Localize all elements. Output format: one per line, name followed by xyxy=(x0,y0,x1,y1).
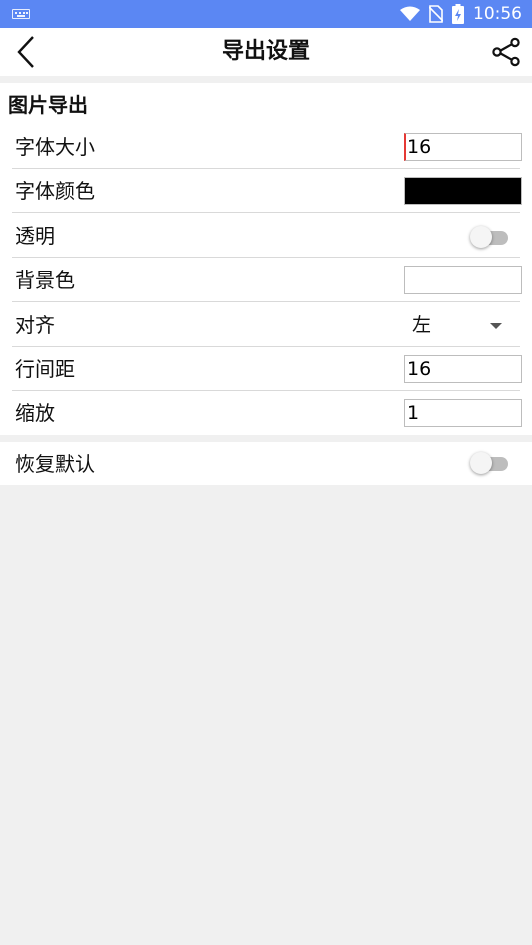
line-spacing-row: 行间距 16 xyxy=(0,347,532,391)
font-color-label: 字体颜色 xyxy=(15,179,95,203)
transparent-label: 透明 xyxy=(15,224,55,248)
font-size-label: 字体大小 xyxy=(15,135,95,159)
share-icon xyxy=(492,37,520,67)
battery-charging-icon xyxy=(452,4,464,24)
font-color-swatch[interactable] xyxy=(404,177,522,205)
wifi-icon xyxy=(400,6,420,21)
background-color-swatch[interactable] xyxy=(404,266,522,294)
transparent-toggle[interactable] xyxy=(470,226,510,248)
keyboard-icon xyxy=(12,9,30,19)
page-title: 导出设置 xyxy=(221,39,310,64)
share-button[interactable] xyxy=(486,32,526,72)
scale-label: 缩放 xyxy=(15,401,55,425)
align-selected-value: 左 xyxy=(412,314,432,336)
line-spacing-input[interactable]: 16 xyxy=(404,355,522,383)
no-sim-icon xyxy=(429,5,443,23)
section-title: 图片导出 xyxy=(8,93,88,117)
scale-row: 缩放 1 xyxy=(0,391,532,435)
dropdown-arrow-icon xyxy=(490,323,502,329)
status-time: 10:56 xyxy=(473,4,522,24)
status-bar: 10:56 xyxy=(0,0,532,28)
align-dropdown[interactable]: 左 xyxy=(412,303,502,347)
font-size-row: 字体大小 16 xyxy=(0,125,532,169)
image-export-panel: 图片导出 字体大小 16 字体颜色 透明 背景色 对齐 左 行间距 16 缩放 … xyxy=(0,83,532,435)
restore-default-row: 恢复默认 xyxy=(0,442,532,486)
background-color-label: 背景色 xyxy=(15,268,75,292)
background-color-row: 背景色 xyxy=(0,258,532,302)
font-color-row: 字体颜色 xyxy=(0,169,532,213)
scale-input[interactable]: 1 xyxy=(404,399,522,427)
font-size-input[interactable]: 16 xyxy=(404,133,522,161)
line-spacing-label: 行间距 xyxy=(15,357,75,381)
restore-default-toggle[interactable] xyxy=(470,452,510,474)
top-toolbar: 导出设置 xyxy=(0,28,532,76)
restore-default-label: 恢复默认 xyxy=(15,452,95,476)
align-label: 对齐 xyxy=(15,313,55,337)
restore-default-panel: 恢复默认 xyxy=(0,442,532,485)
align-row: 对齐 左 xyxy=(0,303,532,347)
transparent-row: 透明 xyxy=(0,214,532,258)
